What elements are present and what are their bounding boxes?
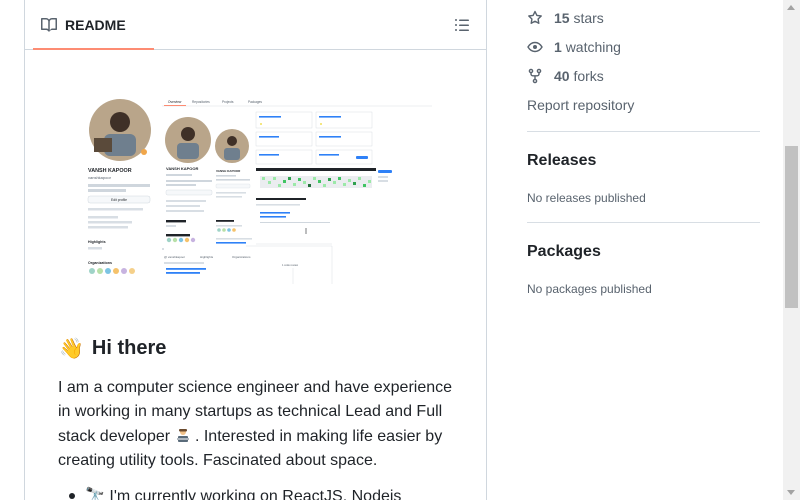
report-repository-link[interactable]: Report repository [527,97,634,113]
readme-panel: README VANSH KAPOOR vanshkapoor Edit pro… [24,0,487,500]
scrollbar-thumb[interactable] [785,146,798,308]
packages-note: No packages published [527,282,652,296]
bio-line: creating utility tools. Fascinated about… [58,451,378,469]
watching-count: 1 [554,39,562,55]
stars-label: stars [573,10,604,26]
divider [527,222,760,223]
svg-text:Organizations: Organizations [232,255,251,259]
bio-line: stack developer . Interested in making l… [58,427,443,445]
scroll-up-arrow-icon[interactable] [787,5,795,10]
technologist-icon [176,428,189,442]
svg-text:VANSH KAPOOR: VANSH KAPOOR [216,169,241,173]
preview-organizations: Organizations [88,261,112,265]
profile-preview-image: VANSH KAPOOR vanshkapoor Edit profile Hi… [82,88,432,284]
eye-icon [527,41,543,53]
bio-line: I am a computer science engineer and hav… [58,379,453,396]
divider [527,131,760,132]
svg-text:@ vanshkapoor: @ vanshkapoor [164,255,185,259]
watching-label: watching [565,39,621,55]
svg-text:1 code review: 1 code review [282,263,298,267]
forks-link[interactable]: 40 forks [527,68,604,84]
repository-page: README VANSH KAPOOR vanshkapoor Edit pro… [0,0,800,500]
preview-name: VANSH KAPOOR [88,168,132,174]
fork-icon [528,68,542,84]
readme-bio: I am a computer science engineer and hav… [58,376,458,473]
bullet-dot [69,493,75,499]
list-item-text: 🔭 I'm currently working on ReactJS, Node… [85,488,402,500]
forks-count: 40 [554,68,570,84]
svg-text:Repositories: Repositories [192,100,210,104]
waving-hand-icon: 👋 [59,338,84,360]
stars-count: 15 [554,10,570,26]
watching-link[interactable]: 1 watching [527,39,621,55]
book-icon [41,17,57,32]
releases-heading[interactable]: Releases [527,152,596,170]
readme-heading: 👋 Hi there [59,336,166,361]
svg-text:Projects: Projects [222,100,234,104]
scroll-down-arrow-icon[interactable] [787,490,795,495]
readme-heading-text: Hi there [91,337,167,359]
readme-tab-label: README [65,17,126,33]
star-icon [528,10,542,24]
readme-header: README [25,0,486,50]
preview-highlights: Highlights [88,240,106,244]
preview-edit-button: Edit profile [111,198,127,202]
list-unordered-icon[interactable] [454,17,470,33]
stars-link[interactable]: 15 stars [527,10,604,26]
forks-label: forks [573,68,604,84]
contribution-grid [260,176,372,188]
svg-text:Highlights: Highlights [200,255,214,259]
vertical-scrollbar[interactable] [783,0,800,500]
svg-text:Packages: Packages [248,100,262,104]
readme-tab[interactable]: README [33,0,154,50]
list-item: 🔭 I'm currently working on ReactJS, Node… [69,486,401,500]
bio-line: in working in many startups as technical… [58,403,443,421]
releases-note: No releases published [527,191,646,205]
svg-text:VANSH KAPOOR: VANSH KAPOOR [166,166,198,171]
preview-username: vanshkapoor [88,175,112,180]
svg-text:Overview: Overview [168,100,182,104]
packages-heading[interactable]: Packages [527,243,601,261]
